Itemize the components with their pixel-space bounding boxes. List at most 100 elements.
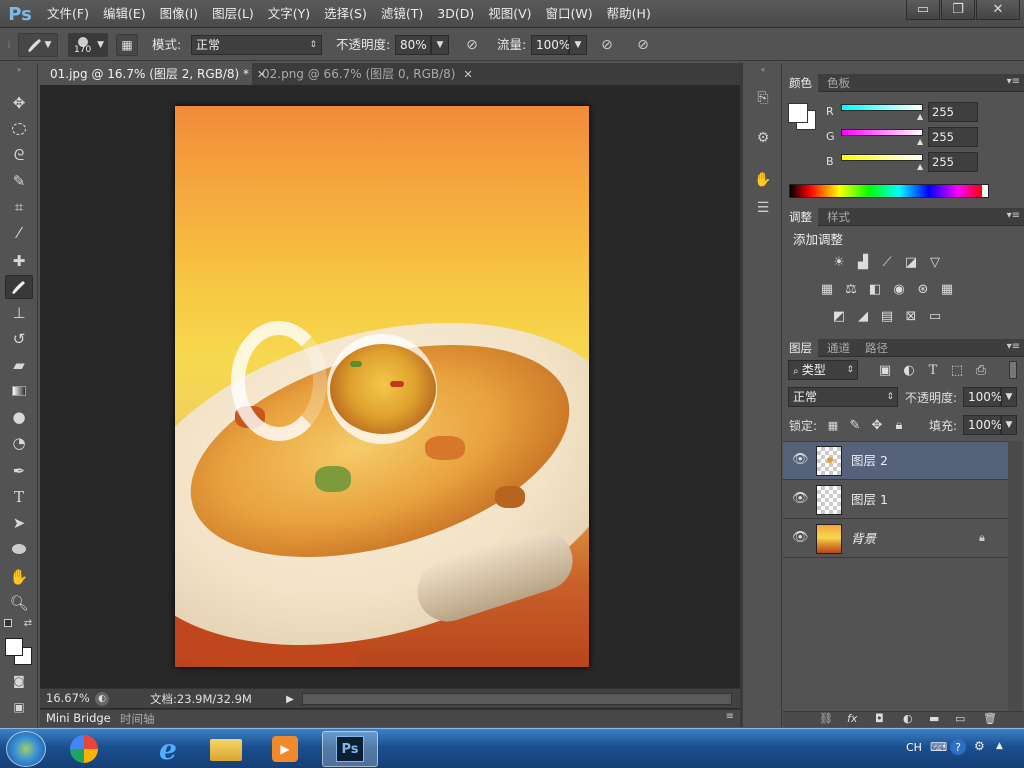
screen-mode-icon[interactable]: ▣: [5, 695, 33, 719]
mode-select[interactable]: 正常 ⇕: [191, 35, 322, 55]
black-white-icon[interactable]: ◧: [865, 280, 885, 298]
start-button[interactable]: [6, 731, 46, 767]
filter-adjustment-icon[interactable]: ◐: [899, 361, 919, 379]
photo-filter-icon[interactable]: ◉: [889, 280, 909, 298]
taskbar-app-explorer[interactable]: [198, 731, 254, 767]
delete-layer-icon[interactable]: 🗑︎: [983, 712, 997, 725]
type-tool-icon[interactable]: T: [5, 485, 33, 509]
lock-transparency-icon[interactable]: ▦: [823, 416, 843, 434]
opacity-dropdown-button[interactable]: ▼: [431, 35, 449, 55]
layer-row-background[interactable]: 👁︎ 背景 🔒︎: [783, 520, 1008, 558]
new-adjustment-icon[interactable]: ◐: [903, 712, 913, 725]
swap-colors-icon[interactable]: ⇄: [22, 617, 34, 629]
lock-pixels-icon[interactable]: ✎: [845, 416, 865, 434]
taskbar-app-media-center[interactable]: [56, 731, 112, 767]
tab-paths[interactable]: 路径: [859, 339, 894, 357]
menu-layer[interactable]: 图层(L): [205, 0, 261, 28]
taskbar-app-media-player[interactable]: ▶: [258, 731, 314, 767]
tray-expand-icon[interactable]: ▲: [996, 741, 1003, 751]
taskbar-app-photoshop[interactable]: Ps: [322, 731, 378, 767]
add-mask-icon[interactable]: ◘: [875, 712, 884, 725]
keyboard-icon[interactable]: ⌨: [930, 740, 947, 754]
default-colors-icon[interactable]: [4, 619, 12, 627]
tab-adjustments[interactable]: 调整: [783, 208, 818, 226]
menu-view[interactable]: 视图(V): [481, 0, 538, 28]
history-brush-tool-icon[interactable]: ↺: [5, 327, 33, 351]
tab-timeline[interactable]: 时间轴: [120, 711, 155, 727]
panel-menu-icon[interactable]: ▾≡: [1007, 341, 1020, 352]
gradient-tool-icon[interactable]: [5, 379, 33, 403]
eye-icon[interactable]: 👁︎: [792, 452, 809, 467]
tab-channels[interactable]: 通道: [821, 339, 856, 357]
layer-opacity-field[interactable]: 100%: [963, 387, 1002, 407]
status-menu-arrow-icon[interactable]: ▶: [284, 692, 296, 706]
exposure-icon[interactable]: ◪: [901, 253, 921, 271]
tab-color[interactable]: 颜色: [783, 74, 818, 92]
slider-thumb-icon[interactable]: ▲: [917, 137, 923, 146]
menu-image[interactable]: 图像(I): [153, 0, 205, 28]
channel-b-slider[interactable]: [841, 154, 923, 161]
opacity-field[interactable]: 80%: [395, 35, 431, 55]
channel-r-slider[interactable]: [841, 104, 923, 111]
lock-position-icon[interactable]: ✥: [867, 416, 887, 434]
history-panel-icon[interactable]: ⎘: [751, 87, 775, 109]
close-icon[interactable]: ✕: [463, 68, 472, 81]
move-tool-icon[interactable]: ✥: [5, 91, 33, 115]
link-layers-icon[interactable]: ⛓: [819, 712, 833, 725]
menu-type[interactable]: 文字(Y): [261, 0, 317, 28]
healing-tool-icon[interactable]: ✚: [5, 249, 33, 273]
eye-icon[interactable]: 👁︎: [792, 530, 809, 545]
language-indicator[interactable]: CH: [906, 741, 922, 754]
tab-mini-bridge[interactable]: Mini Bridge: [46, 711, 111, 725]
tab-doc-02[interactable]: 02.png @ 66.7% (图层 0, RGB/8) ✕: [252, 63, 473, 85]
menu-select[interactable]: 选择(S): [317, 0, 374, 28]
help-icon[interactable]: ?: [950, 739, 966, 755]
lock-all-icon[interactable]: 🔒︎: [889, 416, 909, 434]
filter-shape-icon[interactable]: ⬚: [947, 361, 967, 379]
tab-styles[interactable]: 样式: [821, 208, 856, 226]
channel-r-value[interactable]: 255: [928, 102, 978, 122]
channel-g-slider[interactable]: [841, 129, 923, 136]
channel-mixer-icon[interactable]: ⊛: [913, 280, 933, 298]
blur-tool-icon[interactable]: ●: [5, 405, 33, 429]
color-lookup-icon[interactable]: ▦: [937, 280, 957, 298]
brush-panel-toggle-icon[interactable]: ▦: [116, 34, 138, 56]
flow-field[interactable]: 100%: [531, 35, 570, 55]
panel-menu-icon[interactable]: ▾≡: [1007, 210, 1020, 221]
foreground-color-swatch[interactable]: [5, 638, 23, 656]
taskbar-app-ie[interactable]: e: [140, 731, 196, 767]
ellipse-tool-icon[interactable]: [5, 537, 33, 561]
channel-g-value[interactable]: 255: [928, 127, 978, 147]
slider-thumb-icon[interactable]: ▲: [917, 112, 923, 121]
menu-window[interactable]: 窗口(W): [539, 0, 600, 28]
tool-preset-button[interactable]: ▼: [18, 33, 58, 57]
posterize-icon[interactable]: ◢: [853, 307, 873, 325]
hand-tool-icon[interactable]: ✋: [5, 565, 33, 589]
threshold-icon[interactable]: ▤: [877, 307, 897, 325]
dodge-tool-icon[interactable]: ◔: [5, 431, 33, 455]
curves-icon[interactable]: ⟋: [877, 253, 897, 271]
path-select-tool-icon[interactable]: ➤: [5, 511, 33, 535]
eyedropper-tool-icon[interactable]: ⁄: [5, 221, 33, 245]
brush-preset-picker[interactable]: 170 ▼: [68, 33, 108, 57]
layer-filter-select[interactable]: ⌕ 类型 ⇕: [788, 360, 858, 380]
layer-row-layer2[interactable]: 👁︎ 图层 2: [783, 442, 1008, 480]
properties-panel-icon[interactable]: ⚙: [751, 127, 775, 149]
ime-settings-icon[interactable]: ⚙: [974, 739, 985, 753]
fill-dropdown[interactable]: ▼: [1001, 415, 1017, 435]
new-group-icon[interactable]: ▬: [929, 712, 939, 725]
brush-panel-icon[interactable]: ✋: [751, 169, 775, 191]
close-button[interactable]: ✕: [976, 0, 1020, 20]
filter-smart-object-icon[interactable]: ⎙: [971, 361, 991, 379]
new-layer-icon[interactable]: ▭: [955, 712, 965, 725]
menu-filter[interactable]: 滤镜(T): [374, 0, 430, 28]
invert-icon[interactable]: ◩: [829, 307, 849, 325]
panel-menu-icon[interactable]: ▾≡: [1007, 76, 1020, 87]
menu-edit[interactable]: 编辑(E): [96, 0, 153, 28]
tab-swatches[interactable]: 色板: [821, 74, 856, 92]
marquee-tool-icon[interactable]: [5, 117, 33, 141]
quick-mask-icon[interactable]: ◙: [5, 669, 33, 693]
layers-scrollbar[interactable]: [1008, 441, 1022, 711]
color-balance-icon[interactable]: ⚖: [841, 280, 861, 298]
filter-type-icon[interactable]: T: [923, 361, 943, 379]
